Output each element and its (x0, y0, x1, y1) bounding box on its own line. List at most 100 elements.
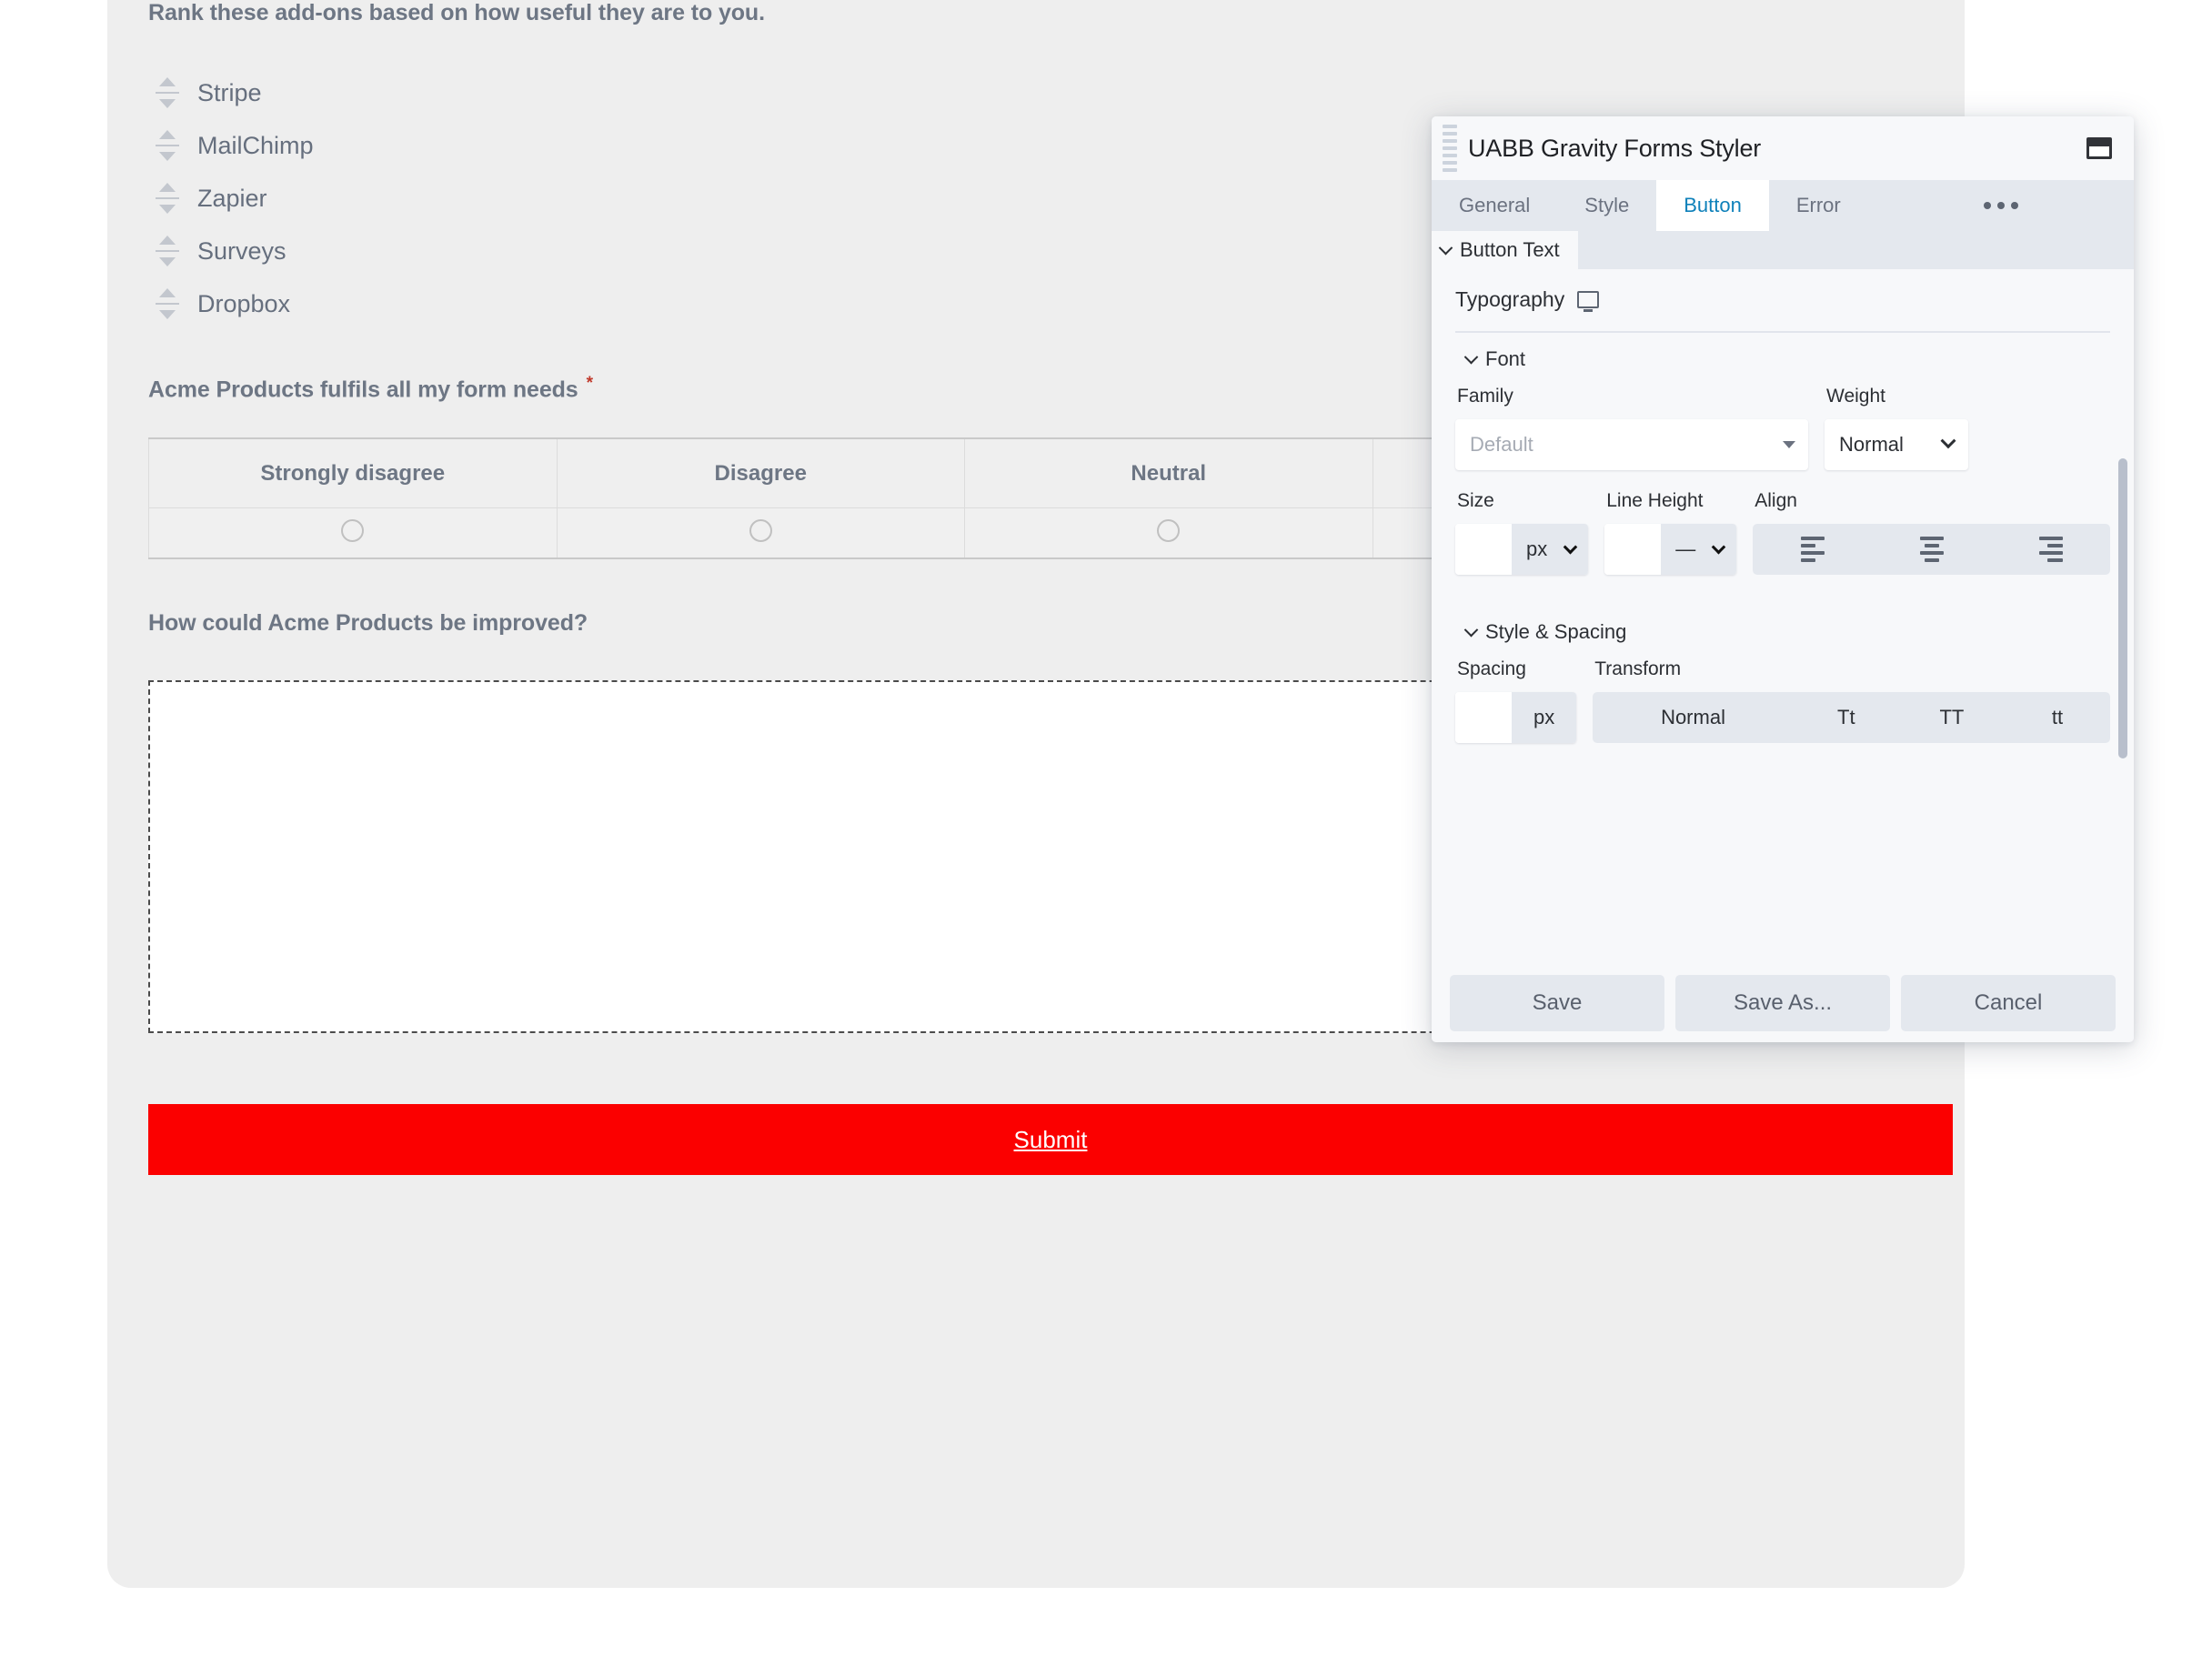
monitor-icon[interactable] (1577, 291, 1599, 308)
list-item-label: Stripe (197, 79, 262, 107)
panel-title: UABB Gravity Forms Styler (1468, 135, 1761, 163)
drag-handle-icon[interactable] (152, 286, 183, 322)
chevron-down-icon (1464, 622, 1479, 637)
radio-button[interactable] (1157, 519, 1180, 542)
size-label: Size (1455, 490, 1588, 512)
spacing-label: Spacing (1455, 658, 1576, 680)
likert-cell[interactable] (149, 507, 558, 558)
line-height-field: Line Height — (1604, 490, 1736, 575)
font-family-weight-row: Family Default Weight Normal (1455, 386, 2110, 470)
family-value: Default (1455, 433, 1533, 457)
subtab-bar: Button Text (1432, 231, 2134, 269)
window-icon[interactable] (2086, 137, 2112, 159)
transform-lowercase-button[interactable]: tt (2005, 692, 2110, 743)
line-height-input[interactable] (1604, 524, 1661, 575)
chevron-down-icon (1712, 539, 1726, 554)
drag-grip-icon[interactable] (1443, 125, 1457, 172)
tab-error[interactable]: Error (1769, 180, 1868, 231)
weight-label: Weight (1825, 386, 1968, 407)
spacing-input-group[interactable]: px (1455, 692, 1576, 743)
weight-value: Normal (1825, 433, 1904, 457)
chevron-down-icon (1464, 349, 1479, 364)
list-item-label: Surveys (197, 237, 287, 266)
panel-body: Typography Font Family Default Weigh (1432, 269, 2134, 968)
transform-capitalize-button[interactable]: Tt (1794, 692, 1899, 743)
transform-label: Transform (1593, 658, 2110, 680)
typography-label: Typography (1455, 287, 1564, 312)
drag-handle-icon[interactable] (152, 127, 183, 164)
typography-row: Typography (1455, 269, 2110, 329)
drag-handle-icon[interactable] (152, 75, 183, 111)
cancel-button[interactable]: Cancel (1901, 975, 2116, 1031)
spacing-field: Spacing px (1455, 658, 1576, 743)
subtab-button-text[interactable]: Button Text (1432, 231, 1578, 269)
align-right-button[interactable] (1991, 524, 2110, 575)
likert-cell[interactable] (557, 507, 965, 558)
transform-field: Transform Normal Tt TT tt (1593, 658, 2110, 743)
align-segment-group (1753, 524, 2110, 575)
spacing-transform-row: Spacing px Transform Normal Tt TT tt (1455, 658, 2110, 743)
radio-button[interactable] (341, 519, 364, 542)
align-center-button[interactable] (1872, 524, 1991, 575)
panel-footer: Save Save As... Cancel (1432, 968, 2134, 1042)
save-as-button[interactable]: Save As... (1675, 975, 1890, 1031)
align-left-button[interactable] (1753, 524, 1872, 575)
size-lineheight-align-row: Size px Line Height — (1455, 490, 2110, 575)
align-right-icon (2039, 537, 2063, 562)
size-unit-value: px (1526, 537, 1547, 561)
transform-normal-button[interactable]: Normal (1593, 692, 1794, 743)
style-spacing-label: Style & Spacing (1485, 620, 1626, 644)
panel-tab-bar: General Style Button Error (1432, 180, 2134, 231)
transform-segment-group: Normal Tt TT tt (1593, 692, 2110, 743)
align-label: Align (1753, 490, 2110, 512)
chevron-down-icon (1439, 240, 1453, 255)
submit-button[interactable]: Submit (148, 1104, 1953, 1175)
font-group-label: Font (1485, 347, 1525, 371)
more-dots-icon[interactable] (1868, 180, 2134, 231)
list-item-label: Zapier (197, 185, 267, 213)
chevron-down-icon (1941, 433, 1956, 448)
align-field: Align (1753, 490, 2110, 575)
panel-scrollbar[interactable] (2118, 458, 2127, 758)
chevron-down-icon (1563, 539, 1578, 554)
align-left-icon (1801, 537, 1825, 562)
family-label: Family (1455, 386, 1808, 407)
list-item-label: Dropbox (197, 290, 290, 318)
radio-button[interactable] (749, 519, 772, 542)
subtab-label: Button Text (1460, 238, 1560, 262)
save-button[interactable]: Save (1450, 975, 1664, 1031)
likert-cell[interactable] (965, 507, 1373, 558)
size-field: Size px (1455, 490, 1588, 575)
column-header: Neutral (965, 438, 1373, 507)
weight-select[interactable]: Normal (1825, 419, 1968, 470)
caret-down-icon (1783, 441, 1795, 448)
line-height-label: Line Height (1604, 490, 1736, 512)
drag-handle-icon[interactable] (152, 233, 183, 269)
tab-style[interactable]: Style (1557, 180, 1656, 231)
transform-uppercase-button[interactable]: TT (1899, 692, 2005, 743)
spacing-unit[interactable]: px (1512, 692, 1576, 743)
drag-handle-icon[interactable] (152, 180, 183, 216)
screen: Rank these add-ons based on how useful t… (0, 0, 2212, 1657)
styler-panel: UABB Gravity Forms Styler General Style … (1432, 116, 2134, 1042)
family-field: Family Default (1455, 386, 1808, 470)
required-marker: * (587, 374, 593, 393)
align-center-icon (1920, 537, 1944, 562)
size-input[interactable] (1455, 524, 1512, 575)
tab-button[interactable]: Button (1656, 180, 1769, 231)
spacing-input[interactable] (1455, 692, 1512, 743)
family-select[interactable]: Default (1455, 419, 1808, 470)
line-height-input-group[interactable]: — (1604, 524, 1736, 575)
panel-header[interactable]: UABB Gravity Forms Styler (1432, 116, 2134, 180)
tab-general[interactable]: General (1432, 180, 1557, 231)
column-header: Strongly disagree (149, 438, 558, 507)
spacing-unit-value: px (1533, 706, 1554, 729)
list-item[interactable]: Stripe (148, 66, 1924, 119)
size-input-group[interactable]: px (1455, 524, 1588, 575)
style-spacing-group-header[interactable]: Style & Spacing (1455, 606, 2110, 658)
font-group-header[interactable]: Font (1455, 333, 2110, 386)
likert-label-text: Acme Products fulfils all my form needs (148, 377, 578, 402)
size-unit-select[interactable]: px (1512, 524, 1588, 575)
weight-field: Weight Normal (1825, 386, 1968, 470)
line-height-unit-select[interactable]: — (1661, 524, 1736, 575)
